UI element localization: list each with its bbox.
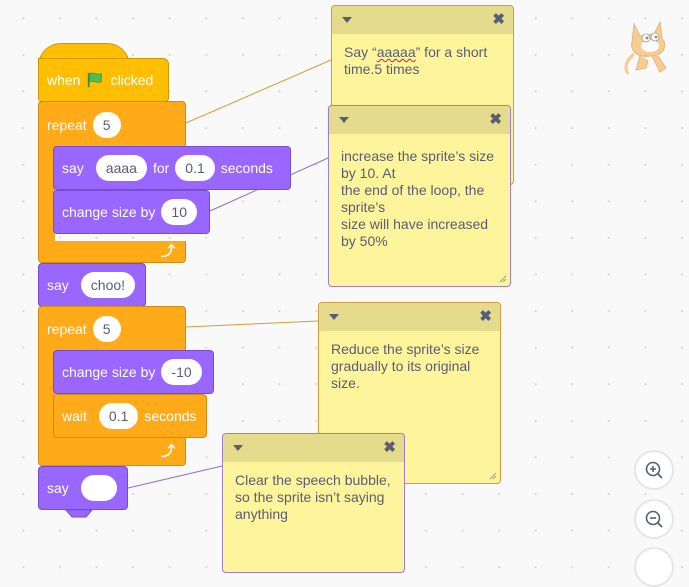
resize-handle-icon[interactable] <box>487 470 497 480</box>
collapse-triangle-icon[interactable] <box>339 117 349 123</box>
comment-header[interactable]: ✖ <box>332 6 513 34</box>
repeat-1-foot: ⤴ <box>38 241 186 263</box>
collapse-triangle-icon[interactable] <box>342 17 352 23</box>
connector-repeat2 <box>185 320 319 328</box>
say-label: say <box>47 277 69 293</box>
change-size-label: change size by <box>62 364 156 380</box>
wait-seconds-input[interactable]: 0.1 <box>98 403 139 429</box>
say-label: say <box>62 160 84 176</box>
notch <box>64 509 94 518</box>
say-text-input[interactable] <box>80 475 117 501</box>
for-label: for <box>152 160 170 176</box>
misspelled-word: aaaaa <box>376 44 416 60</box>
comment-text[interactable]: Reduce the sprite’s size gradually to it… <box>319 331 500 402</box>
comment-text[interactable]: Say “aaaaa” for a short time.5 times <box>332 34 513 88</box>
say-seconds-input[interactable]: 0.1 <box>175 155 215 181</box>
when-label: when <box>47 72 81 88</box>
repeat-2-head[interactable]: repeat 5 <box>38 306 186 350</box>
zoom-in-icon <box>645 461 663 479</box>
seconds-label: seconds <box>144 408 197 424</box>
sprite-cat-icon <box>624 20 667 75</box>
comment-note-4[interactable]: ✖ Clear the speech bubble, so the sprite… <box>222 433 405 573</box>
zoom-out-icon <box>645 510 663 528</box>
say-for-seconds-block[interactable]: say aaaa for 0.1 seconds <box>53 146 291 190</box>
say-label: say <box>47 480 69 496</box>
seconds-label: seconds <box>220 160 273 176</box>
wait-block[interactable]: wait 0.1 seconds <box>53 394 207 438</box>
change-size-input[interactable]: 10 <box>161 199 197 225</box>
clicked-label: clicked <box>110 72 154 88</box>
loop-arrow-icon: ⤴ <box>161 243 175 259</box>
say-text-input[interactable]: choo! <box>80 272 136 298</box>
close-icon[interactable]: ✖ <box>383 438 396 456</box>
comment-header[interactable]: ✖ <box>319 303 500 331</box>
resize-handle-icon[interactable] <box>497 273 507 283</box>
collapse-triangle-icon[interactable] <box>329 314 339 320</box>
zoom-in-button[interactable] <box>634 450 674 490</box>
say-block-empty[interactable]: say <box>38 466 128 510</box>
change-size-block-1[interactable]: change size by 10 <box>53 190 210 234</box>
collapse-triangle-icon[interactable] <box>233 445 243 451</box>
repeat-count-input[interactable]: 5 <box>92 315 121 342</box>
zoom-out-button[interactable] <box>634 499 674 539</box>
connector-say3 <box>127 465 223 489</box>
change-size-label: change size by <box>62 204 156 220</box>
comment-note-2[interactable]: ✖ increase the sprite’s size by 10. At t… <box>328 105 511 287</box>
repeat-label: repeat <box>47 320 87 337</box>
wait-label: wait <box>62 408 87 424</box>
change-size-block-2[interactable]: change size by -10 <box>53 350 214 394</box>
say-block-choo[interactable]: say choo! <box>38 263 146 307</box>
comment-text[interactable]: Clear the speech bubble, so the sprite i… <box>223 462 404 533</box>
close-icon[interactable]: ✖ <box>489 110 502 128</box>
repeat-label: repeat <box>47 116 87 133</box>
when-flag-clicked-block[interactable]: when clicked <box>38 58 169 102</box>
zoom-reset-button[interactable] <box>634 547 674 587</box>
comment-text-part: Say “ <box>344 44 377 60</box>
green-flag-icon <box>88 72 103 88</box>
close-icon[interactable]: ✖ <box>479 307 492 325</box>
script-workspace[interactable]: when clicked repeat 5 ⤴ say aaaa for 0.1… <box>0 0 689 587</box>
repeat-count-input[interactable]: 5 <box>92 111 121 138</box>
change-size-input[interactable]: -10 <box>161 359 202 385</box>
repeat-1-head[interactable]: repeat 5 <box>38 101 186 147</box>
comment-header[interactable]: ✖ <box>223 434 404 462</box>
say-text-input[interactable]: aaaa <box>95 155 147 181</box>
repeat-2-foot: ⤴ <box>38 437 186 466</box>
connector-repeat1 <box>185 59 332 124</box>
loop-arrow-icon: ⤴ <box>161 443 175 459</box>
close-icon[interactable]: ✖ <box>492 10 505 28</box>
comment-header[interactable]: ✖ <box>329 106 510 134</box>
comment-text[interactable]: increase the sprite’s size by 10. At the… <box>329 134 510 260</box>
